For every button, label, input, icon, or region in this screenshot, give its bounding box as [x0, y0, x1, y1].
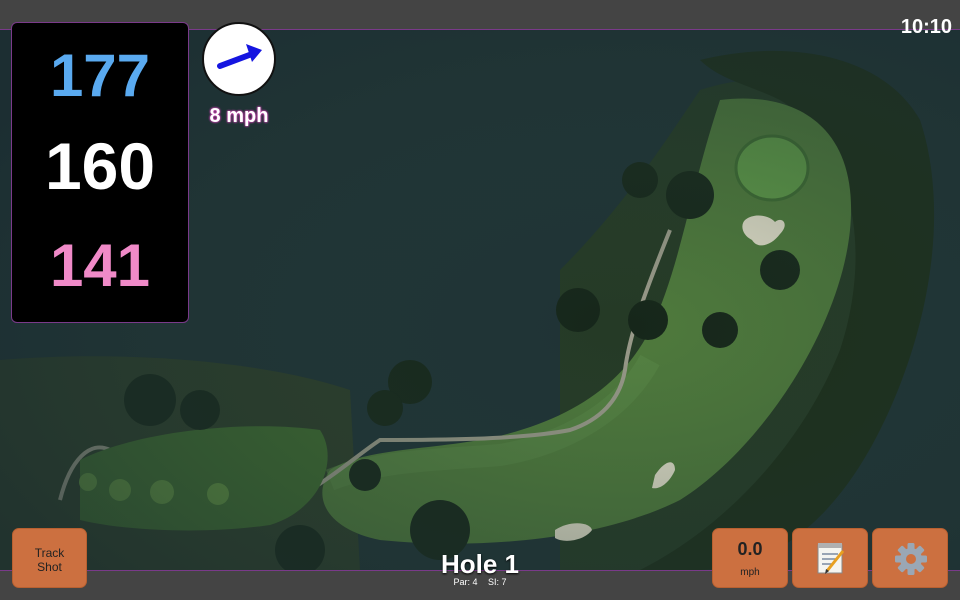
speed-button[interactable]: 0.0 mph	[712, 528, 788, 588]
notepad-icon	[817, 543, 845, 574]
notes-button[interactable]	[792, 528, 868, 588]
track-shot-label-line2: Shot	[37, 560, 62, 574]
middle-distance: 160	[44, 129, 156, 203]
speed-value: 0.0	[737, 539, 763, 559]
gear-icon	[895, 543, 927, 575]
front-distance: 141	[49, 232, 151, 299]
distance-panel: 177 160 141	[11, 22, 189, 323]
hole-title: Hole 1	[440, 549, 520, 579]
hole-info: Par: 4 SI: 7	[380, 577, 580, 587]
wind-indicator	[202, 22, 276, 96]
track-shot-button[interactable]: Track Shot	[12, 528, 87, 588]
settings-button[interactable]	[872, 528, 948, 588]
hole-par: Par: 4	[453, 577, 478, 587]
back-distance: 177	[49, 42, 151, 109]
clock: 10:10	[900, 16, 952, 38]
hole-stroke-index: SI: 7	[488, 577, 507, 587]
track-shot-label-line1: Track	[34, 546, 65, 560]
wind-direction-arrow-icon	[217, 44, 262, 69]
wind-speed: 8 mph	[209, 105, 269, 127]
speed-unit: mph	[740, 567, 760, 578]
